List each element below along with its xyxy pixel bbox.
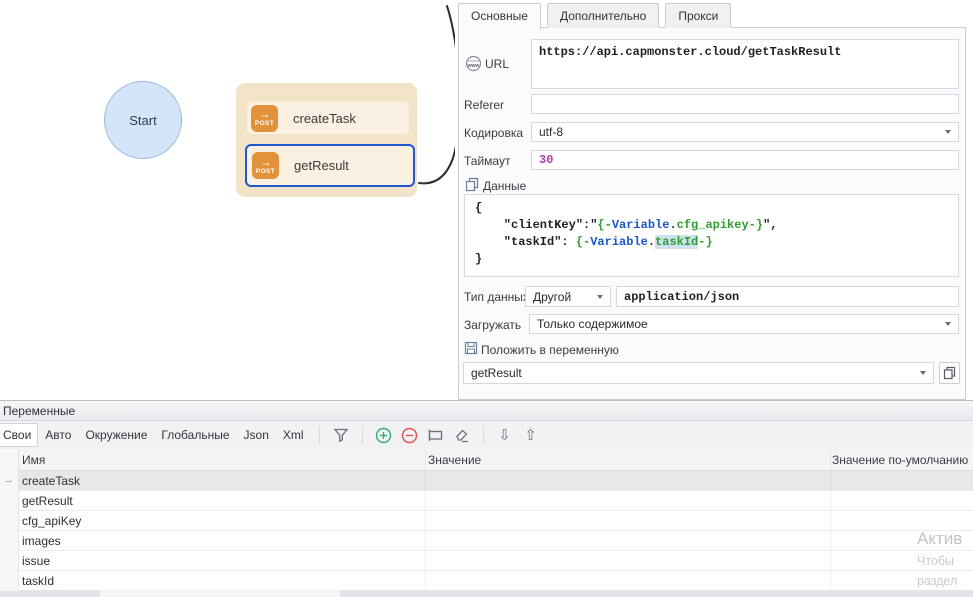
table-row[interactable]: cfg_apiKey xyxy=(0,511,973,531)
start-node[interactable]: Start xyxy=(104,81,182,159)
table-row[interactable]: createTask xyxy=(0,471,973,491)
column-divider xyxy=(830,449,831,591)
content-type-input[interactable]: application/json xyxy=(616,286,959,307)
rename-variable-icon[interactable] xyxy=(423,424,449,446)
timeout-input[interactable]: 30 xyxy=(531,150,959,170)
filter-icon[interactable] xyxy=(328,424,354,446)
vars-tab-xml[interactable]: Xml xyxy=(276,423,311,447)
toolbar-separator xyxy=(319,426,320,444)
start-node-label: Start xyxy=(129,113,156,128)
chevron-down-icon xyxy=(920,371,926,375)
column-header-name[interactable]: Имя xyxy=(22,453,45,467)
chevron-down-icon xyxy=(597,295,603,299)
connector-line xyxy=(0,0,455,400)
vars-tab-global[interactable]: Глобальные xyxy=(154,423,236,447)
add-variable-icon[interactable] xyxy=(371,424,397,446)
url-input[interactable]: https://api.capmonster.cloud/getTaskResu… xyxy=(531,39,959,89)
chevron-down-icon xyxy=(945,322,951,326)
node-label: getResult xyxy=(294,158,349,173)
post-arrow-icon: → xyxy=(260,156,272,168)
data-label: Данные xyxy=(483,179,526,193)
variables-table: Имя Значение Значение по-умолчанию creat… xyxy=(0,449,973,591)
node-label: createTask xyxy=(293,111,356,126)
copy-icon xyxy=(943,366,956,380)
data-type-select[interactable]: Другой xyxy=(525,286,611,307)
move-down-icon[interactable]: ⇩ xyxy=(492,424,518,446)
save-floppy-icon xyxy=(464,341,478,360)
properties-tabs: Основные Дополнительно Прокси xyxy=(458,3,731,28)
post-arrow-icon: → xyxy=(259,108,271,120)
variables-panel-title: Переменные xyxy=(0,401,973,421)
table-row[interactable]: taskId xyxy=(0,571,973,591)
globe-www-icon: www xyxy=(465,55,482,77)
scrollbar-thumb[interactable] xyxy=(100,590,340,597)
put-variable-label: Положить в переменную xyxy=(481,343,619,357)
properties-panel: Основные Дополнительно Прокси www URL ht… xyxy=(455,0,973,400)
table-row[interactable]: issue xyxy=(0,551,973,571)
column-divider xyxy=(425,449,426,591)
post-method-icon: → POST xyxy=(251,105,278,132)
column-header-value[interactable]: Значение xyxy=(428,453,481,467)
table-row[interactable]: getResult xyxy=(0,491,973,511)
encoding-select[interactable]: utf-8 xyxy=(531,122,959,142)
vars-tab-json[interactable]: Json xyxy=(237,423,276,447)
row-indicator-gutter xyxy=(0,449,19,591)
toolbar-separator xyxy=(483,426,484,444)
post-method-icon: → POST xyxy=(252,152,279,179)
remove-variable-icon[interactable] xyxy=(397,424,423,446)
toolbar-separator xyxy=(362,426,363,444)
load-select[interactable]: Только содержимое xyxy=(529,314,959,334)
table-header: Имя Значение Значение по-умолчанию xyxy=(0,449,973,471)
svg-text:www: www xyxy=(467,63,480,69)
chevron-down-icon xyxy=(945,130,951,134)
flow-canvas[interactable]: Start → POST createTask → POST getResult xyxy=(0,0,455,400)
tab-main[interactable]: Основные xyxy=(458,3,541,30)
load-label: Загружать xyxy=(464,318,521,332)
encoding-label: Кодировка xyxy=(464,126,523,140)
horizontal-scrollbar[interactable] xyxy=(0,590,973,597)
tab-additional[interactable]: Дополнительно xyxy=(547,3,659,28)
tab-proxy[interactable]: Прокси xyxy=(665,3,731,28)
table-row[interactable]: images xyxy=(0,531,973,551)
vars-tab-auto[interactable]: Авто xyxy=(38,423,78,447)
clear-eraser-icon[interactable] xyxy=(449,424,475,446)
referer-input[interactable] xyxy=(531,94,959,114)
column-header-default[interactable]: Значение по-умолчанию xyxy=(832,453,968,467)
action-group[interactable]: → POST createTask → POST getResult xyxy=(236,83,417,197)
node-createTask[interactable]: → POST createTask xyxy=(247,102,409,134)
vars-tab-environment[interactable]: Окружение xyxy=(78,423,154,447)
put-variable-select[interactable]: getResult xyxy=(463,362,934,384)
copy-variable-button[interactable] xyxy=(939,362,960,384)
timeout-label: Таймаут xyxy=(464,154,510,168)
referer-label: Referer xyxy=(464,98,504,112)
move-up-icon[interactable]: ⇧ xyxy=(518,424,544,446)
variables-toolbar: Свои Авто Окружение Глобальные Json Xml xyxy=(0,421,973,450)
url-label: URL xyxy=(485,57,509,71)
app-window: Start → POST createTask → POST getResult… xyxy=(0,0,973,597)
data-code-box[interactable]: { "clientKey":"{-Variable.cfg_apikey-}",… xyxy=(464,194,959,277)
node-getResult-selected[interactable]: → POST getResult xyxy=(245,144,415,187)
vars-tab-own[interactable]: Свои xyxy=(0,423,38,447)
data-type-label: Тип данных xyxy=(464,290,529,304)
selected-row-arrow-icon: → xyxy=(3,474,14,486)
variables-panel: Переменные Свои Авто Окружение Глобальны… xyxy=(0,400,973,597)
properties-page: www URL https://api.capmonster.cloud/get… xyxy=(458,27,966,400)
